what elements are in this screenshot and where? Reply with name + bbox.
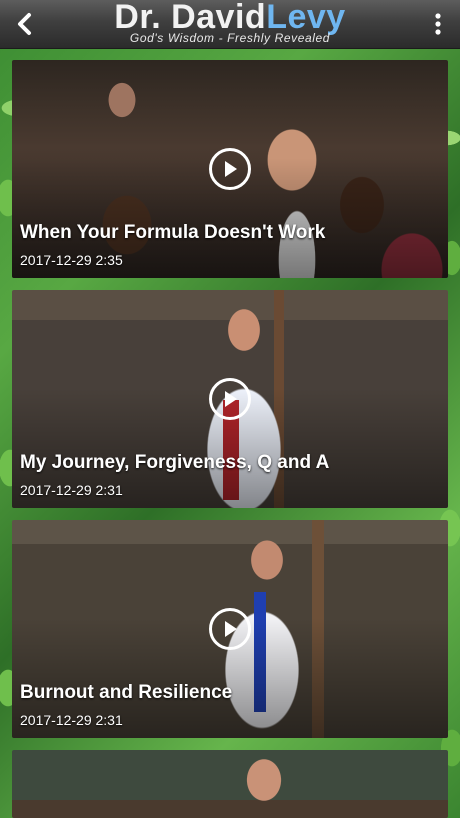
video-card[interactable] (12, 750, 448, 818)
play-button[interactable] (209, 608, 251, 650)
back-button[interactable] (8, 8, 40, 40)
video-card[interactable]: My Journey, Forgiveness, Q and A 2017-12… (12, 290, 448, 508)
logo-title: Dr. DavidLevy (90, 0, 370, 34)
play-icon (225, 161, 237, 177)
video-date: 2017-12-29 2:31 (20, 712, 123, 728)
video-title: My Journey, Forgiveness, Q and A (20, 452, 330, 473)
video-date: 2017-12-29 2:35 (20, 252, 123, 268)
video-thumbnail (12, 750, 448, 818)
app-header: Dr. DavidLevy God's Wisdom - Freshly Rev… (0, 0, 460, 49)
play-icon (225, 621, 237, 637)
video-date: 2017-12-29 2:31 (20, 482, 123, 498)
video-title: When Your Formula Doesn't Work (20, 222, 326, 243)
app-logo: Dr. DavidLevy God's Wisdom - Freshly Rev… (90, 0, 370, 48)
play-icon (225, 391, 237, 407)
video-card[interactable]: When Your Formula Doesn't Work 2017-12-2… (12, 60, 448, 278)
more-vertical-icon (435, 13, 441, 35)
chevron-left-icon (18, 13, 31, 35)
video-title: Burnout and Resilience (20, 682, 233, 703)
play-button[interactable] (209, 148, 251, 190)
video-card[interactable]: Burnout and Resilience 2017-12-29 2:31 (12, 520, 448, 738)
overflow-menu-button[interactable] (426, 8, 450, 40)
play-button[interactable] (209, 378, 251, 420)
logo-tagline: God's Wisdom - Freshly Revealed (129, 31, 331, 45)
